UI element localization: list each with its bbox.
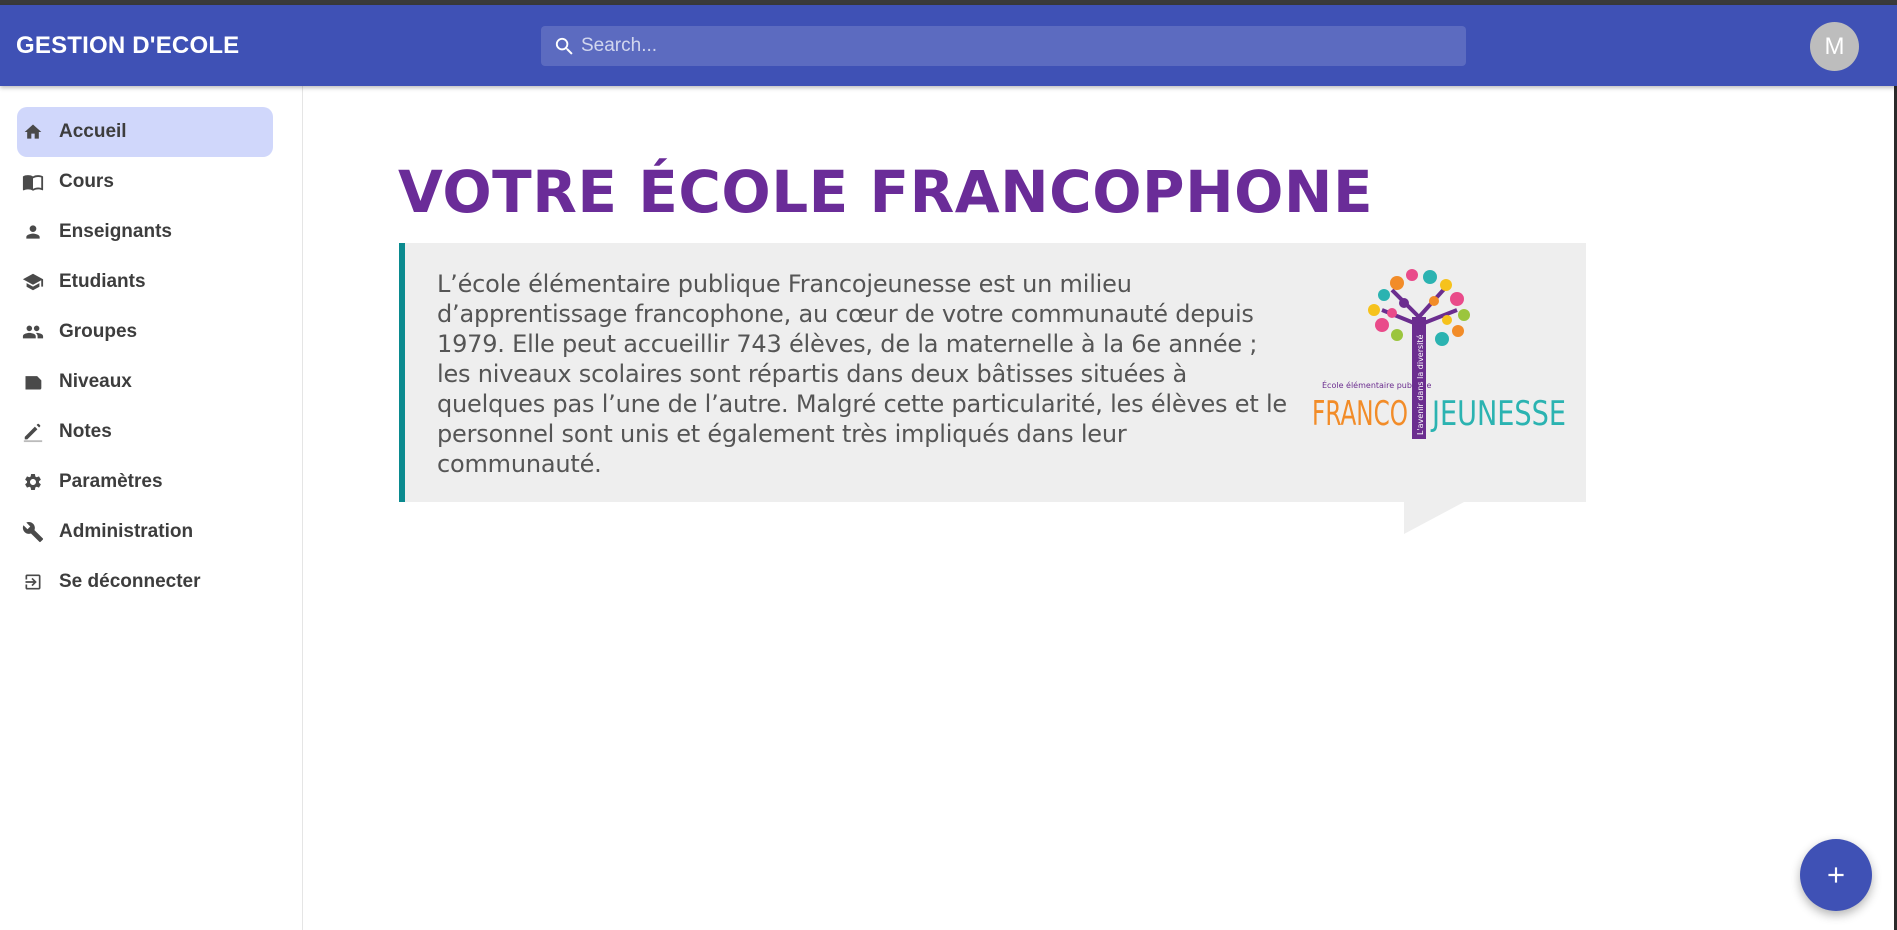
sidebar-item-groupes[interactable]: Groupes [17, 307, 273, 357]
main-content: VOTRE ÉCOLE FRANCOPHONE L’école élémenta… [303, 86, 1894, 930]
app-title: GESTION D'ECOLE [16, 32, 240, 59]
sidebar-item-label: Paramètres [59, 471, 163, 492]
avatar[interactable]: M [1810, 22, 1859, 71]
search-icon [555, 37, 573, 55]
page-title: VOTRE ÉCOLE FRANCOPHONE [398, 158, 1374, 226]
sidebar-item-label: Administration [59, 521, 194, 542]
sidebar-item-cours[interactable]: Cours [17, 157, 273, 207]
card-speech-tail [1404, 502, 1464, 534]
sidebar-item-label: Enseignants [59, 221, 172, 242]
sidebar-item-label: Groupes [59, 321, 138, 342]
intro-card: L’école élémentaire publique Francojeune… [399, 243, 1586, 502]
sidebar-item-parametres[interactable]: Paramètres [17, 457, 273, 507]
home-icon [22, 121, 44, 143]
sidebar-item-label: Niveaux [59, 371, 132, 392]
sidebar-item-niveaux[interactable]: Niveaux [17, 357, 273, 407]
sidebar-item-label: Etudiants [59, 271, 146, 292]
sidebar-item-administration[interactable]: Administration [17, 507, 273, 557]
sidebar-item-logout[interactable]: Se déconnecter [17, 557, 273, 607]
intro-paragraph: L’école élémentaire publique Francojeune… [437, 270, 1287, 478]
sidebar-item-label: Accueil [59, 121, 127, 142]
francojeunesse-logo: École élémentaire publique FRANCO JEUNES… [1312, 269, 1566, 439]
search-input[interactable] [581, 26, 1451, 66]
logo-word-right: JEUNESSE [1430, 394, 1566, 434]
person-icon [22, 221, 44, 243]
gear-icon [22, 471, 44, 493]
sidebar-item-accueil[interactable]: Accueil [17, 107, 273, 157]
add-fab-button[interactable] [1800, 839, 1872, 911]
sidebar-item-label: Notes [59, 421, 112, 442]
school-icon [22, 271, 44, 293]
search-box[interactable] [541, 26, 1466, 66]
logout-icon [22, 571, 44, 593]
logo-word-left: FRANCO [1312, 394, 1408, 434]
wrench-icon [22, 521, 44, 543]
edit-icon [22, 421, 44, 443]
sidebar-item-label: Cours [59, 171, 114, 192]
book-icon [22, 171, 44, 193]
app-bar: GESTION D'ECOLE M [0, 5, 1897, 86]
sidebar-item-etudiants[interactable]: Etudiants [17, 257, 273, 307]
group-icon [22, 321, 44, 343]
sidebar: Accueil Cours Enseignants Etudiants Grou… [0, 86, 303, 930]
logo-trunk-text: L'avenir dans la diversité [1415, 334, 1425, 435]
sidebar-item-enseignants[interactable]: Enseignants [17, 207, 273, 257]
sidebar-item-label: Se déconnecter [59, 571, 201, 592]
plus-icon [1828, 867, 1844, 883]
sidebar-item-notes[interactable]: Notes [17, 407, 273, 457]
label-icon [22, 371, 44, 393]
